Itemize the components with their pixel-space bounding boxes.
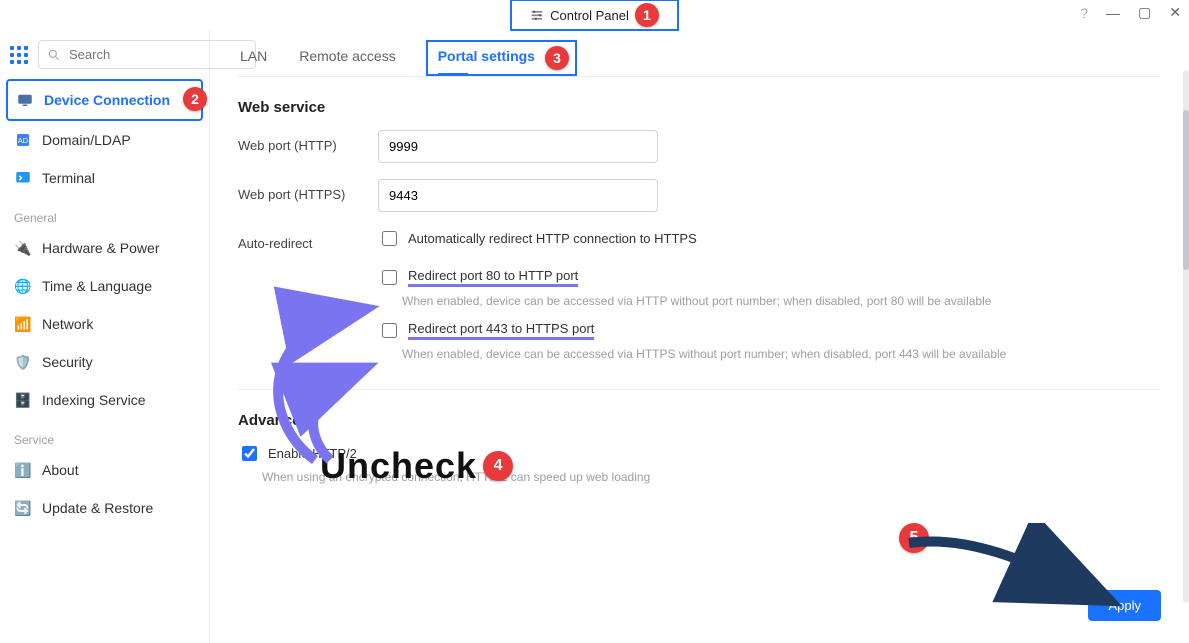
sidebar-item-label: Security xyxy=(42,354,93,370)
annotation-badge-5: 5 xyxy=(899,523,929,553)
minimize-icon[interactable]: — xyxy=(1106,5,1120,21)
network-icon: 📶 xyxy=(14,315,32,333)
search-icon xyxy=(47,48,61,62)
maximize-icon[interactable]: ▢ xyxy=(1138,4,1151,21)
svg-text:AD: AD xyxy=(18,136,29,145)
annotation-uncheck-text: Uncheck xyxy=(320,445,477,487)
shield-icon: 🛡️ xyxy=(14,353,32,371)
domain-ldap-icon: AD xyxy=(14,131,32,149)
sidebar-item-label: Device Connection xyxy=(44,92,170,108)
sidebar-item-update-restore[interactable]: 🔄 Update & Restore xyxy=(6,489,203,527)
indexing-icon: 🗄️ xyxy=(14,391,32,409)
sidebar-item-label: Indexing Service xyxy=(42,392,146,408)
control-panel-icon xyxy=(530,8,544,22)
window-title: Control Panel xyxy=(550,8,629,23)
sidebar-item-label: Time & Language xyxy=(42,278,152,294)
annotation-badge-2: 2 xyxy=(183,87,207,111)
sidebar-item-network[interactable]: 📶 Network xyxy=(6,305,203,343)
desc-redirect-443: When enabled, device can be accessed via… xyxy=(402,347,1161,361)
input-http-port[interactable] xyxy=(378,130,658,163)
label-https-port: Web port (HTTPS) xyxy=(238,179,378,202)
tab-portal-settings[interactable]: Portal settings 3 xyxy=(426,40,577,76)
sidebar-section-general: General xyxy=(6,197,203,229)
hardware-power-icon: 🔌 xyxy=(14,239,32,257)
apps-grid-icon[interactable] xyxy=(10,45,28,65)
scrollbar[interactable] xyxy=(1183,70,1189,603)
sidebar-item-label: Update & Restore xyxy=(42,500,153,516)
sidebar-item-hardware-power[interactable]: 🔌 Hardware & Power xyxy=(6,229,203,267)
label-auto-redirect: Auto-redirect xyxy=(238,228,378,251)
sidebar-item-about[interactable]: ℹ️ About xyxy=(6,451,203,489)
sidebar-item-label: About xyxy=(42,462,79,478)
checkbox-auto-redirect-https[interactable] xyxy=(382,231,397,246)
device-connection-icon xyxy=(16,91,34,109)
annotation-badge-1: 1 xyxy=(635,3,659,27)
terminal-icon xyxy=(14,169,32,187)
sidebar-section-service: Service xyxy=(6,419,203,451)
annotation-badge-3: 3 xyxy=(545,46,569,70)
section-advanced: Advanced xyxy=(238,412,1161,429)
sidebar-item-domain-ldap[interactable]: AD Domain/LDAP xyxy=(6,121,203,159)
label-http-port: Web port (HTTP) xyxy=(238,130,378,153)
time-language-icon: 🌐 xyxy=(14,277,32,295)
sidebar-item-label: Network xyxy=(42,316,93,332)
checkbox-label-redirect-80: Redirect port 80 to HTTP port xyxy=(408,268,578,287)
checkbox-label-auto-https: Automatically redirect HTTP connection t… xyxy=(408,231,697,246)
checkbox-redirect-80[interactable] xyxy=(382,270,397,285)
section-web-service: Web service xyxy=(238,99,1161,116)
about-icon: ℹ️ xyxy=(14,461,32,479)
tab-remote-access[interactable]: Remote access xyxy=(297,40,397,76)
sidebar-item-label: Terminal xyxy=(42,170,95,186)
close-icon[interactable]: ✕ xyxy=(1169,4,1181,21)
update-restore-icon: 🔄 xyxy=(14,499,32,517)
sidebar-item-security[interactable]: 🛡️ Security xyxy=(6,343,203,381)
sidebar-item-device-connection[interactable]: Device Connection 2 xyxy=(6,79,203,121)
desc-redirect-80: When enabled, device can be accessed via… xyxy=(402,294,1161,308)
sidebar-item-indexing-service[interactable]: 🗄️ Indexing Service xyxy=(6,381,203,419)
sidebar-item-label: Domain/LDAP xyxy=(42,132,131,148)
input-https-port[interactable] xyxy=(378,179,658,212)
sidebar-item-terminal[interactable]: Terminal xyxy=(6,159,203,197)
checkbox-label-redirect-443: Redirect port 443 to HTTPS port xyxy=(408,321,594,340)
sidebar-item-time-language[interactable]: 🌐 Time & Language xyxy=(6,267,203,305)
help-icon[interactable]: ? xyxy=(1080,5,1088,21)
window-title-group: Control Panel 1 xyxy=(510,0,679,31)
separator xyxy=(238,389,1161,390)
tab-lan[interactable]: LAN xyxy=(238,40,269,76)
annotation-badge-4: 4 xyxy=(483,451,513,481)
apply-button[interactable]: Apply xyxy=(1088,590,1161,621)
tab-label: Portal settings xyxy=(438,48,535,64)
checkbox-enable-http2[interactable] xyxy=(242,446,257,461)
sidebar-item-label: Hardware & Power xyxy=(42,240,160,256)
checkbox-redirect-443[interactable] xyxy=(382,323,397,338)
